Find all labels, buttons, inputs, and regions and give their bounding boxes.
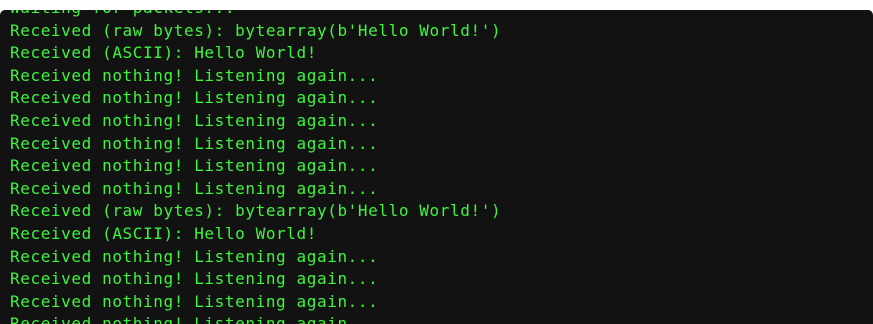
terminal-line: Received (raw bytes): bytearray(b'Hello … xyxy=(10,201,502,221)
terminal-line: Received nothing! Listening again... xyxy=(10,246,379,266)
terminal-line: Received (ASCII): Hello World! xyxy=(10,223,317,243)
terminal-line: Received nothing! Listening again... xyxy=(10,291,379,311)
terminal-line: Received nothing! Listening again... xyxy=(10,110,379,130)
terminal-line-partial: Waiting for packets... xyxy=(10,10,501,20)
terminal-line: Received (ASCII): Hello World! xyxy=(10,43,317,63)
screenshot-frame: Waiting for packets... Received (raw byt… xyxy=(0,0,873,324)
terminal-line: Received nothing! Listening again... xyxy=(10,314,379,324)
terminal-output: Waiting for packets... Received (raw byt… xyxy=(10,10,501,324)
terminal-window[interactable]: Waiting for packets... Received (raw byt… xyxy=(0,10,873,324)
terminal-line: Received (raw bytes): bytearray(b'Hello … xyxy=(10,20,502,40)
terminal-line: Received nothing! Listening again... xyxy=(10,269,379,289)
terminal-line: Received nothing! Listening again... xyxy=(10,133,379,153)
terminal-line: Received nothing! Listening again... xyxy=(10,178,379,198)
terminal-line: Received nothing! Listening again... xyxy=(10,156,379,176)
terminal-line: Received nothing! Listening again... xyxy=(10,88,379,108)
terminal-line: Received nothing! Listening again... xyxy=(10,65,379,85)
